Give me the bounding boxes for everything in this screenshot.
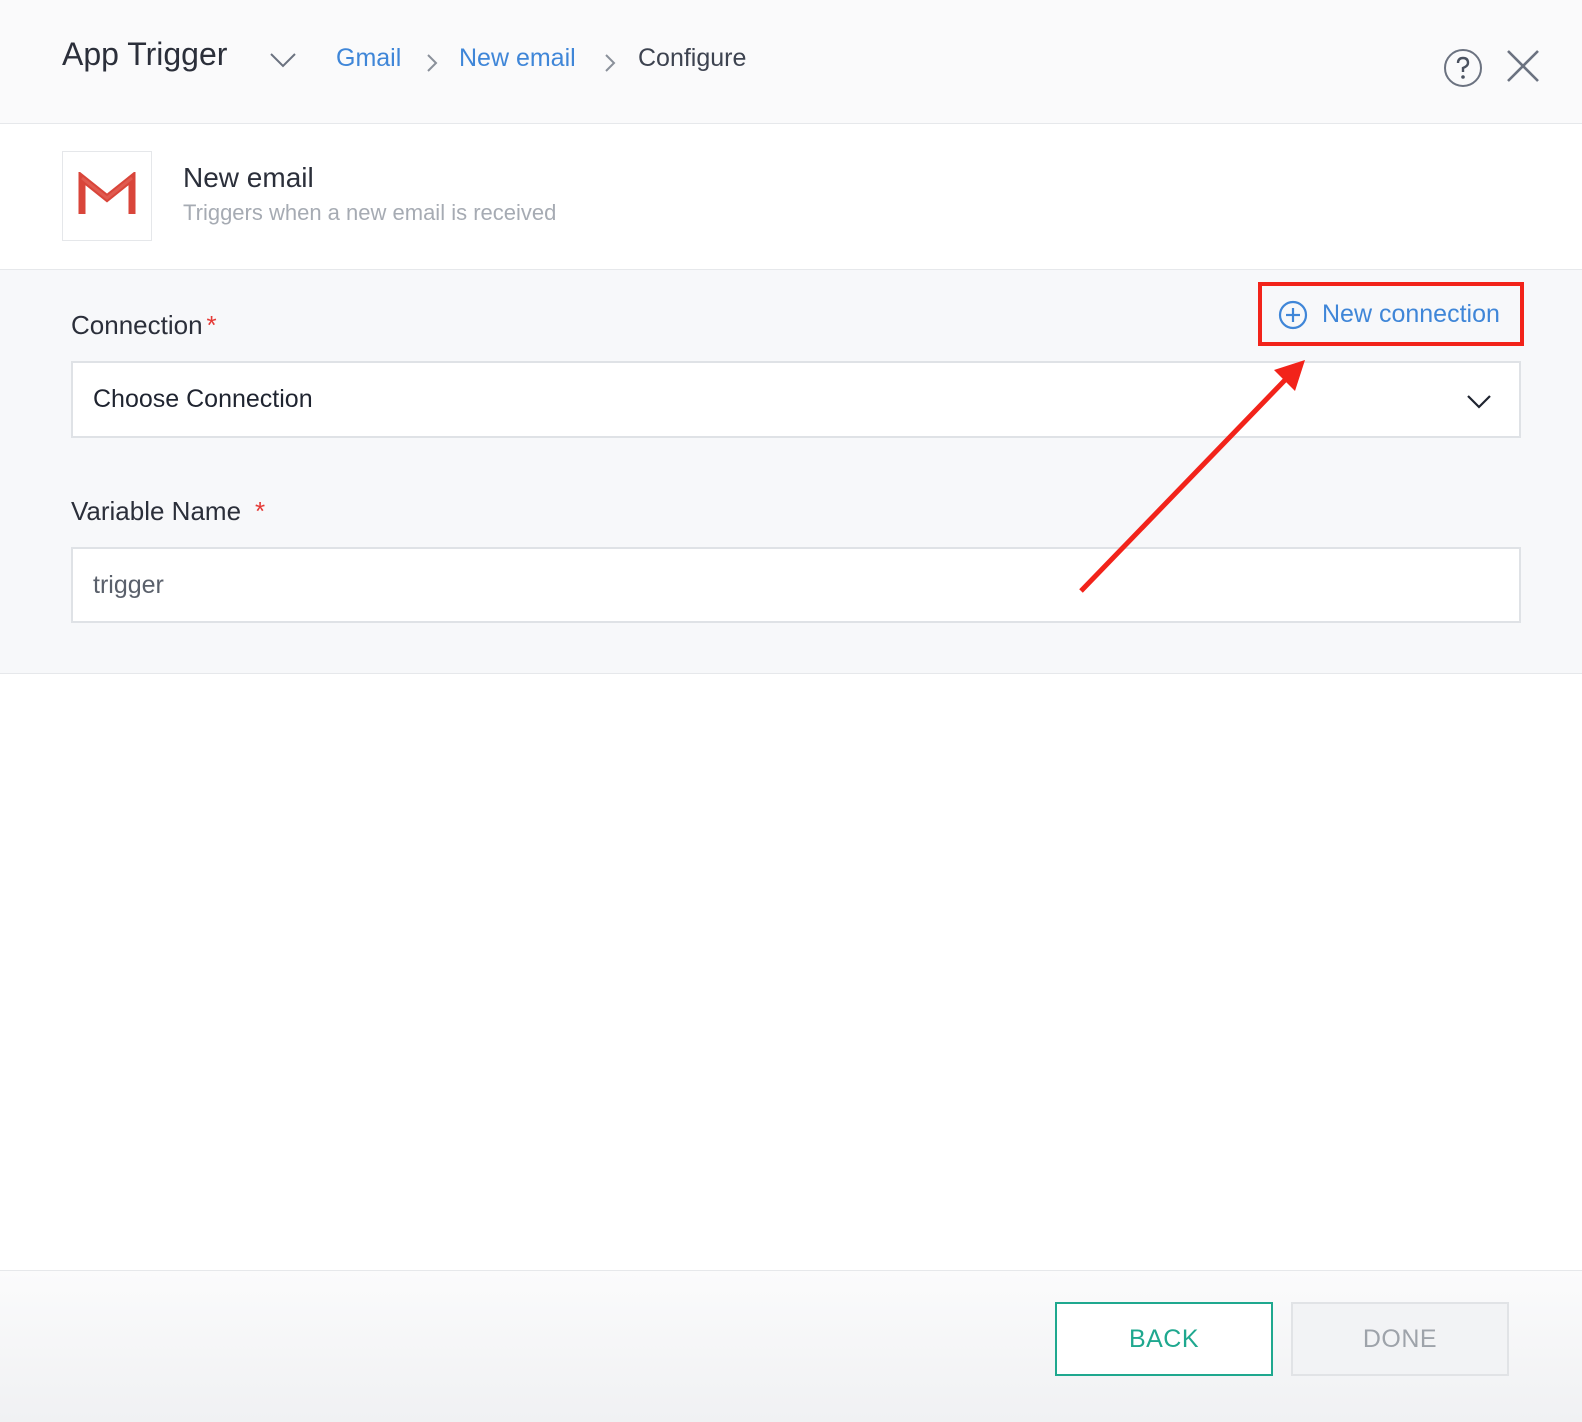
chevron-down-icon	[1467, 395, 1491, 409]
help-icon[interactable]	[1443, 48, 1483, 88]
chevron-right-icon	[605, 54, 616, 72]
trigger-name: New email	[183, 162, 314, 193]
connection-label: Connection *	[71, 310, 217, 340]
dialog-header: App Trigger Gmail New email Configure	[0, 0, 1582, 124]
new-connection-label: New connection	[1322, 300, 1500, 328]
required-marker: *	[206, 310, 217, 340]
breadcrumb-configure: Configure	[638, 44, 747, 72]
configure-form: Connection * New connection Choose Connec…	[0, 270, 1582, 674]
connection-select-value: Choose Connection	[93, 385, 313, 413]
required-marker: *	[255, 496, 266, 526]
breadcrumb-gmail[interactable]: Gmail	[336, 44, 401, 73]
gmail-logo-icon	[62, 151, 152, 241]
dialog-footer: BACK DONE	[0, 1270, 1582, 1422]
back-button[interactable]: BACK	[1055, 1302, 1273, 1376]
new-connection-button[interactable]: New connection	[1258, 282, 1524, 346]
chevron-down-icon[interactable]	[268, 48, 298, 72]
plus-circle-icon	[1278, 300, 1308, 330]
variable-name-label: Variable Name *	[71, 496, 266, 526]
variable-name-input[interactable]	[71, 547, 1521, 623]
page-title: App Trigger	[62, 36, 228, 72]
close-icon[interactable]	[1505, 48, 1541, 84]
breadcrumb-new-email[interactable]: New email	[459, 44, 576, 73]
trigger-description: Triggers when a new email is received	[183, 200, 557, 225]
trigger-summary: New email Triggers when a new email is r…	[0, 124, 1582, 270]
done-button[interactable]: DONE	[1291, 1302, 1509, 1376]
chevron-right-icon	[427, 54, 438, 72]
connection-select[interactable]: Choose Connection	[71, 361, 1521, 438]
